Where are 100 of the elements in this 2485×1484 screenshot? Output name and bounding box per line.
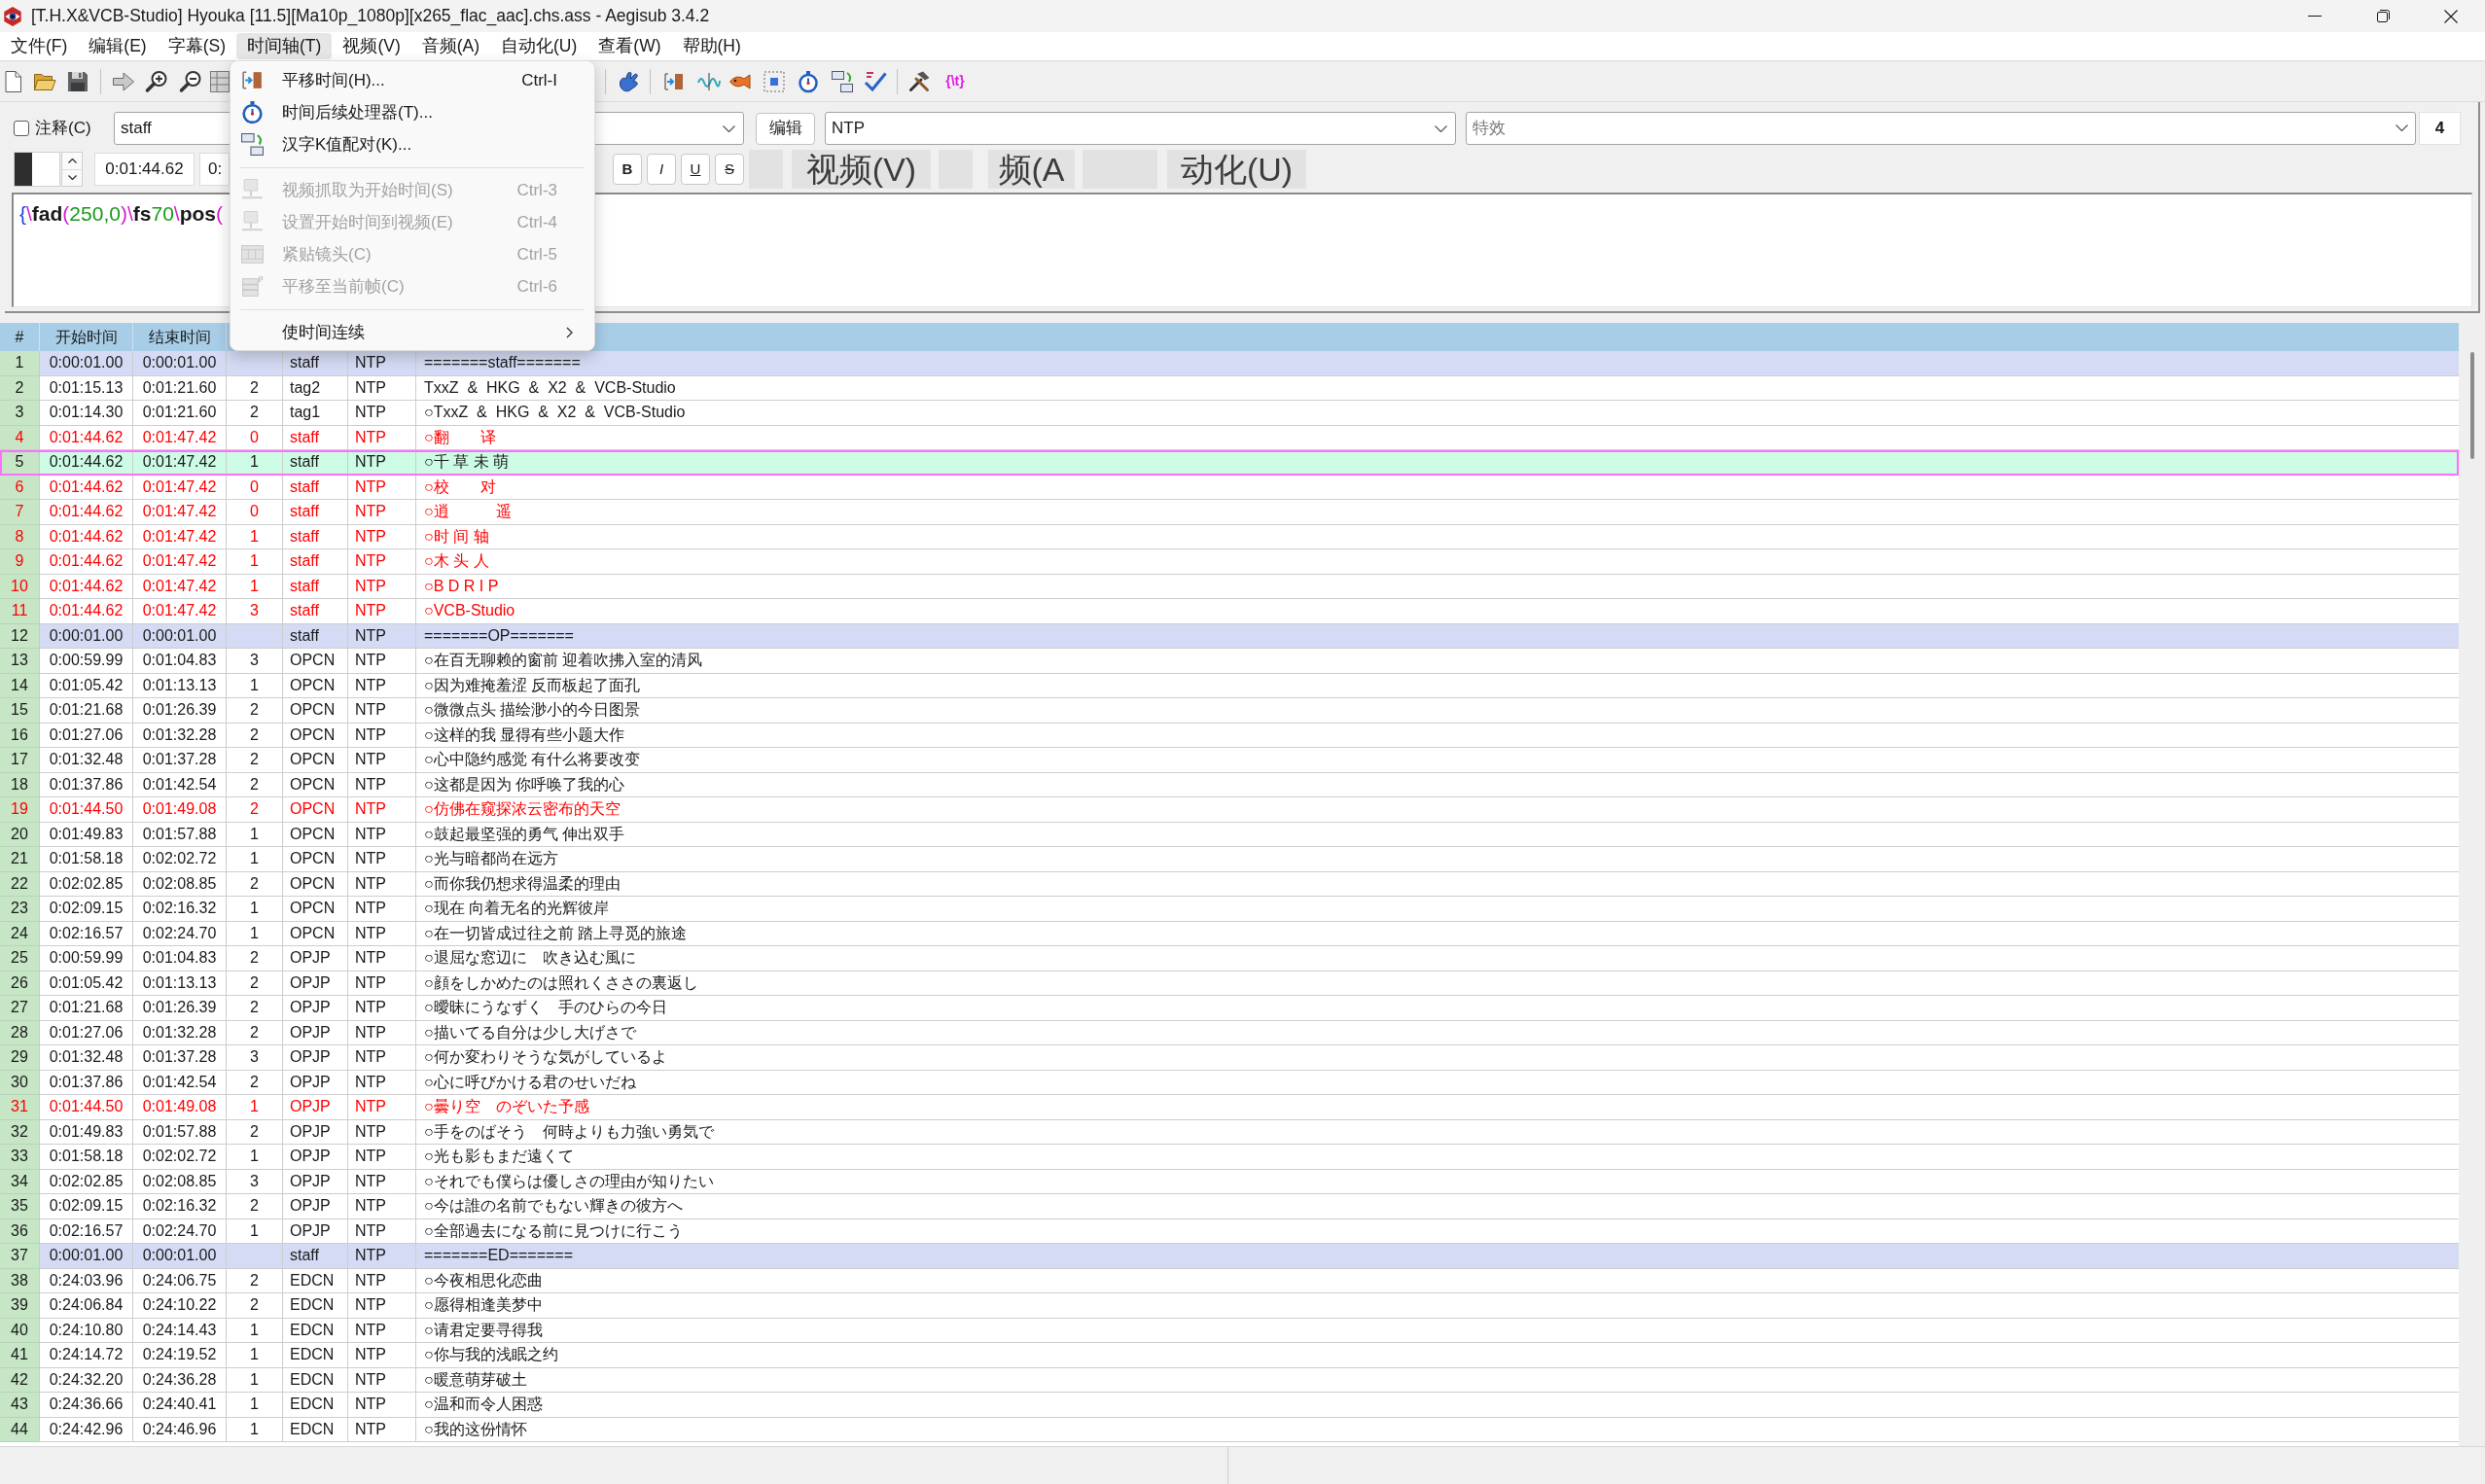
menu-bar-item[interactable]: 自动化(U) xyxy=(490,33,588,59)
table-cell: OPJP xyxy=(283,996,348,1021)
table-cell: 0:01:47.42 xyxy=(133,599,227,624)
row-number: 37 xyxy=(0,1244,40,1269)
table-row[interactable]: 26 0:01:05.42 0:01:13.13 2 OPJP NTP ○顔をしかめたのは照れくささの裏返し xyxy=(0,971,2459,996)
scrollbar[interactable] xyxy=(2459,323,2485,1446)
table-row[interactable]: 8 0:01:44.62 0:01:47.42 1 staff NTP ○时 间 轴 xyxy=(0,524,2459,549)
table-row[interactable]: 42 0:24:32.20 0:24:36.28 1 EDCN NTP ○暖意萌芽破土 xyxy=(0,1367,2459,1393)
table-row[interactable]: 10 0:01:44.62 0:01:47.42 1 staff NTP ○B D R I P xyxy=(0,574,2459,599)
spellcheck-icon[interactable] xyxy=(864,69,887,93)
table-row[interactable]: 18 0:01:37.86 0:01:42.54 2 OPCN NTP ○这都是因为 你呼唤了我的心 xyxy=(0,772,2459,797)
table-row[interactable]: 31 0:01:44.50 0:01:49.08 1 OPJP NTP ○曇り空 のぞいた予感 xyxy=(0,1095,2459,1120)
table-row[interactable]: 43 0:24:36.66 0:24:40.41 1 EDCN NTP ○温和而令人困惑 xyxy=(0,1393,2459,1418)
time-field[interactable]: 0:01:44.62 xyxy=(94,153,195,186)
table-row[interactable]: 19 0:01:44.50 0:01:49.08 2 OPCN NTP ○仿佛在窥探浓云密布的天空 xyxy=(0,797,2459,823)
table-row[interactable]: 38 0:24:03.96 0:24:06.75 2 EDCN NTP ○今夜相思化恋曲 xyxy=(0,1268,2459,1293)
scrollbar-thumb[interactable] xyxy=(2469,352,2474,459)
menu-bar-item[interactable]: 文件(F) xyxy=(0,33,79,59)
table-row[interactable]: 41 0:24:14.72 0:24:19.52 1 EDCN NTP ○你与我的浅眠之约 xyxy=(0,1343,2459,1368)
actor-dropdown[interactable]: NTP xyxy=(825,112,1456,145)
menu-bar-item[interactable]: 查看(W) xyxy=(587,33,672,59)
table-cell: NTP xyxy=(348,996,416,1021)
table-cell: NTP xyxy=(348,649,416,674)
menu-item[interactable]: 时间后续处理器(T)... xyxy=(240,99,433,125)
table-row[interactable]: 39 0:24:06.84 0:24:10.22 2 EDCN NTP ○愿得相逢美梦中 xyxy=(0,1293,2459,1319)
save-icon[interactable] xyxy=(66,69,89,93)
menu-item[interactable]: 平移时间(H)... xyxy=(240,67,385,93)
table-row[interactable]: 14 0:01:05.42 0:01:13.13 1 OPCN NTP ○因为难掩羞涩 反而板起了面孔 xyxy=(0,673,2459,698)
table-cell: 0:00:59.99 xyxy=(40,946,133,972)
table-row[interactable]: 36 0:02:16.57 0:02:24.70 1 OPJP NTP ○全部過去になる前に見つけに行こう xyxy=(0,1219,2459,1244)
menu-item[interactable]: 使时间连续 xyxy=(282,319,365,345)
table-row[interactable]: 7 0:01:44.62 0:01:47.42 0 staff NTP ○逍 遥 xyxy=(0,500,2459,525)
hand-icon[interactable] xyxy=(618,69,641,93)
table-cell: 0:01:32.48 xyxy=(40,1045,133,1071)
menu-bar-item[interactable]: 音频(A) xyxy=(410,33,491,59)
table-row[interactable]: 25 0:00:59.99 0:01:04.83 2 OPJP NTP ○退屈な窓辺に 吹き込む風に xyxy=(0,946,2459,972)
table-row[interactable]: 16 0:01:27.06 0:01:32.28 2 OPCN NTP ○这样的我 显得有些小题大作 xyxy=(0,723,2459,748)
menu-bar-item[interactable]: 帮助(H) xyxy=(671,33,752,59)
chevron-down-icon[interactable] xyxy=(67,175,77,181)
zoom-in-icon[interactable] xyxy=(145,69,168,93)
table-row[interactable]: 9 0:01:44.62 0:01:47.42 1 staff NTP ○木 头 人 xyxy=(0,549,2459,575)
table-row[interactable]: 12 0:00:01.00 0:00:01.00 staff NTP =======OP======= xyxy=(0,623,2459,649)
row-number: 21 xyxy=(0,847,40,872)
italic-button[interactable]: I xyxy=(647,154,676,185)
time-field[interactable]: 0: xyxy=(199,153,230,186)
table-row[interactable]: 27 0:01:21.68 0:01:26.39 2 OPJP NTP ○曖昧にうなずく 手のひらの今日 xyxy=(0,996,2459,1021)
table-row[interactable]: 4 0:01:44.62 0:01:47.42 0 staff NTP ○翻 译 xyxy=(0,425,2459,450)
bold-button[interactable]: B xyxy=(613,154,642,185)
table-row[interactable]: 29 0:01:32.48 0:01:37.28 3 OPJP NTP ○何か変わりそうな気がしているよ xyxy=(0,1045,2459,1071)
text-tiles-icon[interactable] xyxy=(831,69,854,93)
table-row[interactable]: 33 0:01:58.18 0:02:02.72 1 OPJP NTP ○光も影もまだ遠くて xyxy=(0,1145,2459,1170)
checkbox-label[interactable]: 注释(C) xyxy=(35,116,108,141)
table-cell: 1 xyxy=(227,847,283,872)
table-row[interactable]: 23 0:02:09.15 0:02:16.32 1 OPCN NTP ○现在 向着无名的光辉彼岸 xyxy=(0,897,2459,922)
menu-bar-item[interactable]: 编辑(E) xyxy=(78,33,158,59)
table-row[interactable]: 21 0:01:58.18 0:02:02.72 1 OPCN NTP ○光与暗都尚在远方 xyxy=(0,847,2459,872)
table-row[interactable]: 17 0:01:32.48 0:01:37.28 2 OPCN NTP ○心中隐约感觉 有什么将要改变 xyxy=(0,748,2459,773)
checkbox[interactable] xyxy=(14,121,29,136)
grid-icon[interactable] xyxy=(210,69,230,93)
table-row[interactable]: 44 0:24:42.96 0:24:46.96 1 EDCN NTP ○我的这份情怀 xyxy=(0,1417,2459,1442)
table-row[interactable]: 40 0:24:10.80 0:24:14.43 1 EDCN NTP ○请君定要寻得我 xyxy=(0,1318,2459,1343)
effect-dropdown[interactable]: 特效 xyxy=(1466,112,2416,145)
table-row[interactable]: 35 0:02:09.15 0:02:16.32 2 OPJP NTP ○今は誰の名前でもない輝きの彼方へ xyxy=(0,1194,2459,1219)
table-row[interactable]: 20 0:01:49.83 0:01:57.88 1 OPCN NTP ○鼓起最坚强的勇气 伸出双手 xyxy=(0,822,2459,847)
zoom-out-icon[interactable] xyxy=(179,69,202,93)
restore-icon[interactable] xyxy=(2376,10,2390,22)
row-number: 15 xyxy=(0,698,40,724)
chevron-down-icon[interactable] xyxy=(2396,124,2408,131)
table-row[interactable]: 22 0:02:02.85 0:02:08.85 2 OPCN NTP ○而你我仍想求得温柔的理由 xyxy=(0,871,2459,897)
close-icon[interactable] xyxy=(2444,9,2458,23)
table-cell: 2 xyxy=(227,797,283,823)
table-row[interactable]: 34 0:02:02.85 0:02:08.85 3 OPJP NTP ○それでも僕らは優しさの理由が知りたい xyxy=(0,1169,2459,1194)
table-row[interactable]: 13 0:00:59.99 0:01:04.83 3 OPCN NTP ○在百无聊赖的窗前 迎着吹拂入室的清风 xyxy=(0,649,2459,674)
right-arrow-icon[interactable] xyxy=(112,69,135,93)
table-row[interactable]: 11 0:01:44.62 0:01:47.42 3 staff NTP ○VCB-Studio xyxy=(0,599,2459,624)
stopwatch-icon[interactable] xyxy=(797,69,820,93)
menu-bar-item[interactable]: 字幕(S) xyxy=(157,33,236,59)
spin-field[interactable] xyxy=(14,152,60,187)
table-row[interactable]: 28 0:01:27.06 0:01:32.28 2 OPJP NTP ○描いてる自分は少し大げさで xyxy=(0,1020,2459,1045)
menu-item[interactable]: 汉字K值配对(K)... xyxy=(240,131,412,158)
menu-bar-item[interactable]: 视频(V) xyxy=(332,33,411,59)
table-row[interactable]: 1 0:00:01.00 0:00:01.00 staff NTP =======staff======= xyxy=(0,351,2459,376)
underline-button[interactable]: U xyxy=(681,154,710,185)
table-row[interactable]: 32 0:01:49.83 0:01:57.88 2 OPJP NTP ○手をのばそう 何時よりも力強い勇気で xyxy=(0,1119,2459,1145)
row-number: 20 xyxy=(0,822,40,847)
chevron-up-icon[interactable] xyxy=(67,158,77,163)
table-cell: 1 xyxy=(227,897,283,922)
table-row[interactable]: 6 0:01:44.62 0:01:47.42 0 staff NTP ○校 对 xyxy=(0,475,2459,500)
table-row[interactable]: 3 0:01:14.30 0:01:21.60 2 tag1 NTP ○TxxZ & HKG & X2 & VCB-Studio xyxy=(0,401,2459,426)
table-row[interactable]: 2 0:01:15.13 0:01:21.60 2 tag2 NTP TxxZ & HKG & X2 & VCB-Studio xyxy=(0,375,2459,401)
table-row[interactable]: 30 0:01:37.86 0:01:42.54 2 OPJP NTP ○心に呼びかける君のせいだね xyxy=(0,1070,2459,1095)
dotted-square-icon[interactable] xyxy=(763,69,786,93)
row-number: 31 xyxy=(0,1095,40,1120)
menu-bar-item[interactable]: 时间轴(T) xyxy=(236,33,333,59)
table-row[interactable]: 15 0:01:21.68 0:01:26.39 2 OPCN NTP ○微微点头 描绘渺小的今日图景 xyxy=(0,698,2459,724)
table-row[interactable]: 24 0:02:16.57 0:02:24.70 1 OPCN NTP ○在一切皆成过往之前 踏上寻觅的旅途 xyxy=(0,921,2459,946)
strikethrough-button[interactable]: S xyxy=(715,154,744,185)
edit-button[interactable]: 编辑 xyxy=(756,112,815,145)
hammer-icon[interactable] xyxy=(907,69,931,93)
table-row[interactable]: 37 0:00:01.00 0:00:01.00 staff NTP =======ED======= xyxy=(0,1244,2459,1269)
